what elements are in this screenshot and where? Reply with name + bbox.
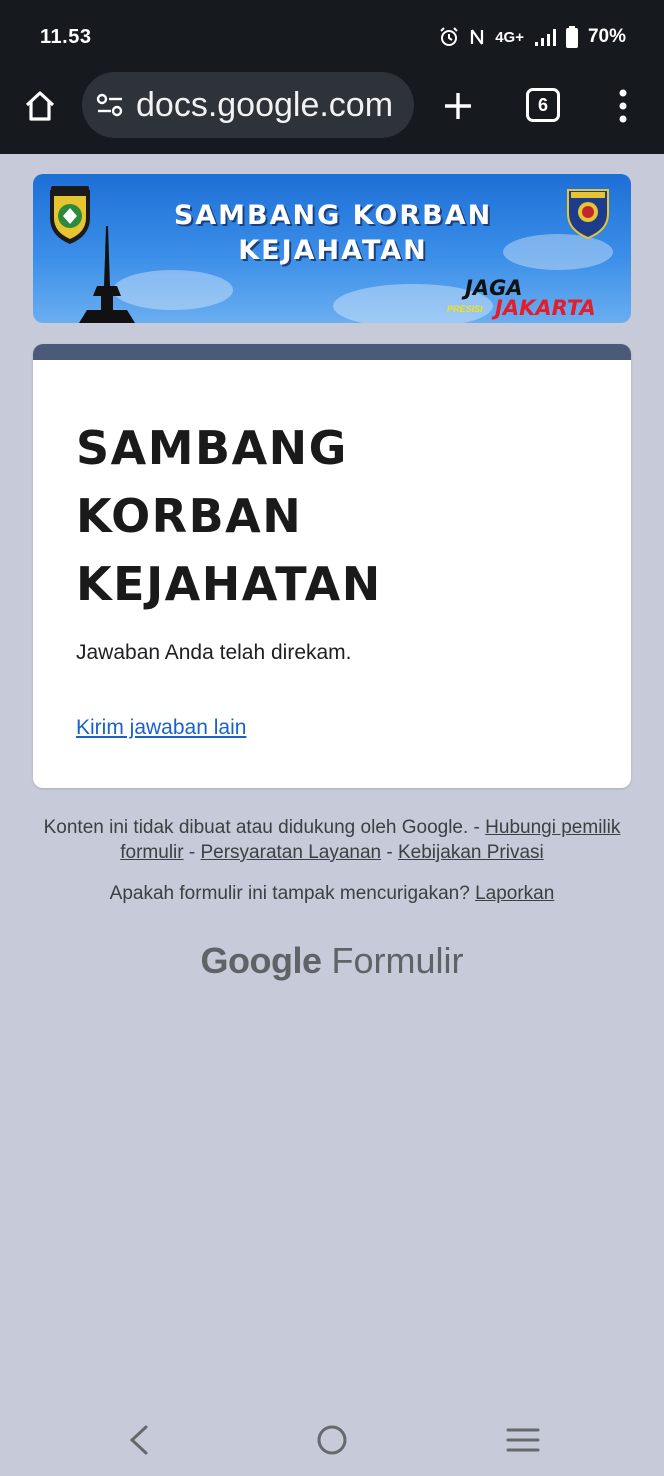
form-title: SAMBANG KORBAN KEJAHATAN (76, 421, 382, 611)
alarm-icon (440, 27, 458, 46)
status-icons: 4G+ 70% (439, 26, 626, 48)
form-header-banner: SAMBANG KORBAN KEJAHATAN JAGA PRESISI JA… (33, 174, 631, 323)
home-icon[interactable] (22, 88, 58, 124)
home-nav-icon[interactable] (316, 1424, 348, 1456)
terms-link[interactable]: Persyaratan Layanan (200, 842, 381, 863)
form-confirmation-card: SAMBANG KORBAN KEJAHATAN Jawaban Anda te… (33, 344, 631, 788)
battery-level: 70% (587, 26, 626, 47)
back-icon[interactable] (126, 1424, 152, 1456)
footer-separator: - (386, 842, 393, 863)
recent-apps-icon[interactable] (506, 1426, 540, 1454)
forms-wordmark: Formulir (331, 940, 464, 981)
site-settings-icon[interactable] (96, 92, 124, 118)
tab-switcher-icon[interactable]: 6 (526, 88, 560, 122)
submit-another-response-link[interactable]: Kirim jawaban lain (76, 716, 246, 740)
signal-icon (534, 29, 556, 46)
url-text[interactable]: docs.google.com (136, 86, 406, 125)
footer-disclaimer: Konten ini tidak dibuat atau didukung ol… (40, 815, 624, 865)
network-type: 4G+ (495, 28, 524, 46)
slogan-presisi: PRESISI (447, 304, 483, 314)
privacy-link[interactable]: Kebijakan Privasi (398, 842, 544, 863)
disclaimer-text: Konten ini tidak dibuat atau didukung ol… (43, 817, 480, 838)
slogan-jakarta: JAKARTA (495, 296, 596, 320)
status-time: 11.53 (40, 26, 92, 48)
new-tab-icon[interactable] (440, 88, 476, 124)
banner-title-line2: KEJAHATAN (238, 235, 428, 266)
status-bar: 11.53 4G+ 70% (0, 0, 664, 72)
google-wordmark: Google (200, 940, 322, 981)
card-accent-bar (33, 344, 631, 360)
suspicious-text: Apakah formulir ini tampak mencurigakan? (109, 883, 470, 904)
more-menu-icon[interactable] (612, 88, 634, 126)
report-section: Apakah formulir ini tampak mencurigakan?… (40, 883, 624, 905)
report-link[interactable]: Laporkan (475, 883, 554, 904)
browser-toolbar: docs.google.com 6 (0, 72, 664, 154)
confirmation-message: Jawaban Anda telah direkam. (76, 641, 352, 664)
google-forms-logo[interactable]: Google Formulir (0, 940, 664, 982)
banner-title-line1: SAMBANG KORBAN (173, 200, 493, 231)
address-bar[interactable]: docs.google.com (82, 72, 414, 138)
footer-separator: - (188, 842, 196, 863)
nfc-icon (471, 29, 484, 45)
battery-icon (565, 26, 578, 48)
metro-jaya-badge-icon (50, 186, 90, 244)
